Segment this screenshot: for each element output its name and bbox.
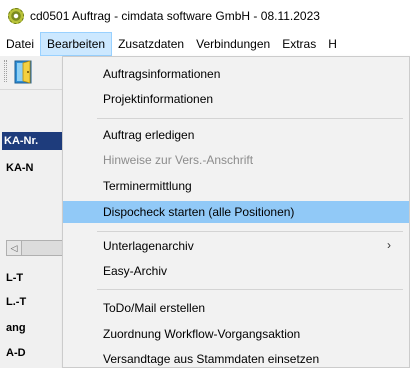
menu-separator — [97, 118, 403, 119]
form-label-ang: ang — [6, 322, 26, 334]
scroll-left-button[interactable]: ◁ — [6, 240, 22, 256]
menu-item-hinweise-vers-anschrift: Hinweise zur Vers.-Anschrift — [103, 153, 254, 167]
bearbeiten-dropdown-menu: Auftragsinformationen Projektinformation… — [62, 56, 410, 368]
form-label-a-d: A-D — [6, 347, 26, 359]
menu-bar: Datei Bearbeiten Zusatzdaten Verbindunge… — [0, 32, 410, 56]
menu-item-zuordnung-workflow[interactable]: Zuordnung Workflow-Vorgangsaktion — [63, 323, 409, 345]
menu-item-dispocheck-starten[interactable]: Dispocheck starten (alle Positionen) — [63, 201, 409, 223]
toolbar-grip-icon[interactable] — [4, 60, 7, 82]
menu-hilfe[interactable]: H — [322, 32, 343, 56]
title-bar: cd0501 Auftrag - cimdata software GmbH -… — [0, 0, 410, 32]
app-gear-icon — [8, 8, 24, 24]
menu-item-projektinformationen[interactable]: Projektinformationen — [63, 88, 409, 110]
menu-item-unterlagenarchiv-label: Unterlagenarchiv — [103, 239, 194, 253]
scrollbar-thumb[interactable] — [22, 240, 62, 256]
form-label-l-t: L-T — [6, 272, 24, 284]
ka-nr-header: KA-Nr. — [2, 132, 62, 150]
menu-item-auftragsinformationen[interactable]: Auftragsinformationen — [63, 63, 409, 85]
menu-bearbeiten[interactable]: Bearbeiten — [40, 32, 113, 56]
menu-item-auftrag-erledigen[interactable]: Auftrag erledigen — [63, 124, 409, 146]
menu-separator — [97, 289, 403, 290]
menu-item-versandtage-einsetzen[interactable]: Versandtage aus Stammdaten einsetzen — [63, 348, 409, 368]
menu-datei[interactable]: Datei — [0, 32, 40, 56]
window-title: cd0501 Auftrag - cimdata software GmbH -… — [30, 9, 320, 23]
menu-extras[interactable]: Extras — [276, 32, 322, 56]
ka-nr-label: KA-N — [6, 162, 34, 174]
menu-item-terminermittlung[interactable]: Terminermittlung — [63, 175, 409, 197]
exit-door-icon[interactable] — [14, 60, 34, 84]
submenu-chevron-right-icon: › — [387, 238, 391, 252]
menu-item-unterlagenarchiv[interactable]: Unterlagenarchiv › — [63, 235, 409, 257]
menu-item-easy-archiv[interactable]: Easy-Archiv — [63, 260, 409, 282]
menu-item-todo-mail-erstellen[interactable]: ToDo/Mail erstellen — [63, 297, 409, 319]
menu-verbindungen[interactable]: Verbindungen — [190, 32, 276, 56]
menu-separator — [97, 231, 403, 232]
form-label-l-dot-t: L.-T — [6, 296, 27, 308]
menu-zusatzdaten[interactable]: Zusatzdaten — [112, 32, 190, 56]
